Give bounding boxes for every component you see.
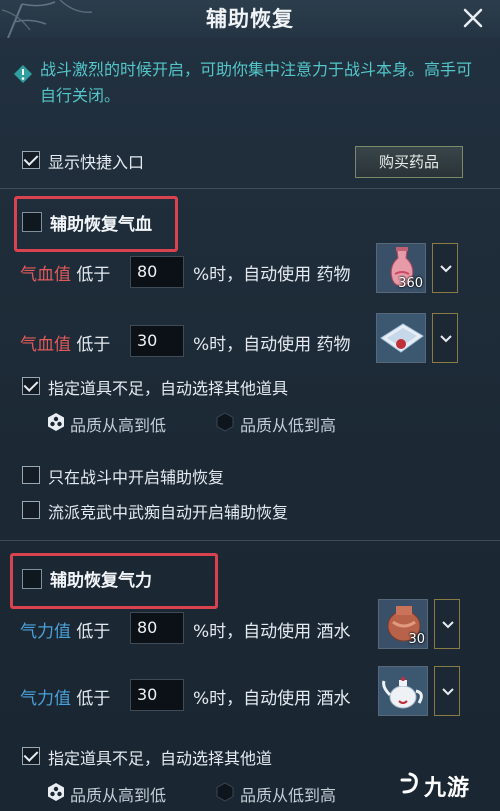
hp-item-1-qty: 360	[398, 276, 423, 291]
radio-unselected-icon[interactable]	[215, 412, 235, 432]
quality-high-to-low-label: 品质从高到低	[70, 416, 167, 435]
buy-medicine-button[interactable]: 购买药品	[355, 146, 463, 178]
mp-section-title: 辅助恢复气力	[50, 571, 152, 591]
only-in-battle-checkbox[interactable]	[22, 466, 40, 484]
chevron-down-icon	[442, 688, 454, 696]
pvp-auto-checkbox[interactable]	[22, 501, 40, 519]
mp-row-1-suffix: %时，自动使用 酒水	[193, 622, 351, 642]
hp-recovery-toggle-checkbox[interactable]	[22, 212, 42, 232]
mp-row-2-suffix: %时，自动使用 酒水	[193, 689, 351, 709]
show-shortcut-checkbox[interactable]	[22, 151, 40, 169]
section-divider	[0, 540, 500, 541]
hp-row-2-suffix: %时，自动使用 药物	[193, 335, 351, 355]
pvp-auto-label: 流派竞武中武痴自动开启辅助恢复	[48, 503, 289, 522]
teapot-icon	[379, 667, 427, 715]
mp-quality-low-to-high-label: 品质从低到高	[240, 786, 337, 805]
hp-threshold-2-input[interactable]: 30	[130, 325, 184, 357]
chevron-down-icon	[442, 621, 454, 629]
mp-item-1-dropdown[interactable]	[434, 599, 460, 649]
hp-row-2-label: 气血值 低于	[20, 335, 111, 355]
radio-selected-icon[interactable]	[46, 782, 66, 802]
hp-fallback-checkbox[interactable]	[22, 377, 40, 395]
watermark-text: 九游	[424, 776, 471, 801]
window-title: 辅助恢复	[206, 7, 294, 31]
close-icon[interactable]	[460, 5, 486, 31]
hp-fallback-label: 指定道具不足，自动选择其他道具	[48, 379, 289, 398]
radio-selected-icon[interactable]	[46, 412, 66, 432]
tip-text: 战斗激烈的时候开启，可助你集中注意力于战斗本身。高手可自行关闭。	[40, 60, 473, 105]
hp-item-1-dropdown[interactable]	[432, 243, 458, 293]
mp-item-1-qty: 30	[408, 632, 425, 647]
hp-section-title: 辅助恢复气血	[50, 215, 152, 235]
tip-diamond-icon	[14, 65, 32, 83]
mp-row-1-label: 气力值 低于	[20, 622, 111, 642]
mp-fallback-checkbox[interactable]	[22, 747, 40, 765]
mp-threshold-1-input[interactable]: 80	[130, 612, 184, 644]
mp-quality-high-to-low-label: 品质从高到低	[70, 786, 167, 805]
hp-stat-name: 气血值	[20, 265, 71, 285]
section-divider	[0, 188, 500, 189]
only-in-battle-label: 只在战斗中开启辅助恢复	[48, 468, 225, 487]
hp-item-2-dropdown[interactable]	[432, 313, 458, 363]
title-bar: 辅助恢复	[0, 0, 500, 38]
mp-item-2-dropdown[interactable]	[434, 666, 460, 716]
mp-threshold-2-input[interactable]: 30	[130, 679, 184, 711]
mp-recovery-toggle-checkbox[interactable]	[22, 569, 42, 589]
chevron-down-icon	[440, 265, 452, 273]
nine-game-logo-icon	[400, 772, 418, 794]
radio-unselected-icon[interactable]	[215, 782, 235, 802]
white-medicine-pack-icon	[377, 314, 425, 362]
mp-row-2-label: 气力值 低于	[20, 689, 111, 709]
hp-item-slot-2[interactable]	[376, 313, 426, 363]
recovery-settings-panel: 辅助恢复 战斗激烈的时候开启，可助你集中注意力于战斗本身。高手可自行关闭。 显示…	[0, 0, 500, 811]
mp-fallback-label: 指定道具不足，自动选择其他道	[48, 749, 273, 768]
chevron-down-icon	[440, 335, 452, 343]
quality-low-to-high-label: 品质从低到高	[240, 416, 337, 435]
hp-threshold-1-input[interactable]: 80	[130, 256, 184, 288]
hp-row-1-suffix: %时，自动使用 药物	[193, 265, 351, 285]
below-text: 低于	[76, 265, 111, 285]
show-shortcut-label: 显示快捷入口	[48, 153, 145, 172]
hp-item-slot-1[interactable]: 360	[376, 243, 426, 293]
mp-item-slot-1[interactable]: 30	[378, 599, 428, 649]
mp-item-slot-2[interactable]	[378, 666, 428, 716]
hp-row-1-label: 气血值 低于	[20, 260, 110, 285]
